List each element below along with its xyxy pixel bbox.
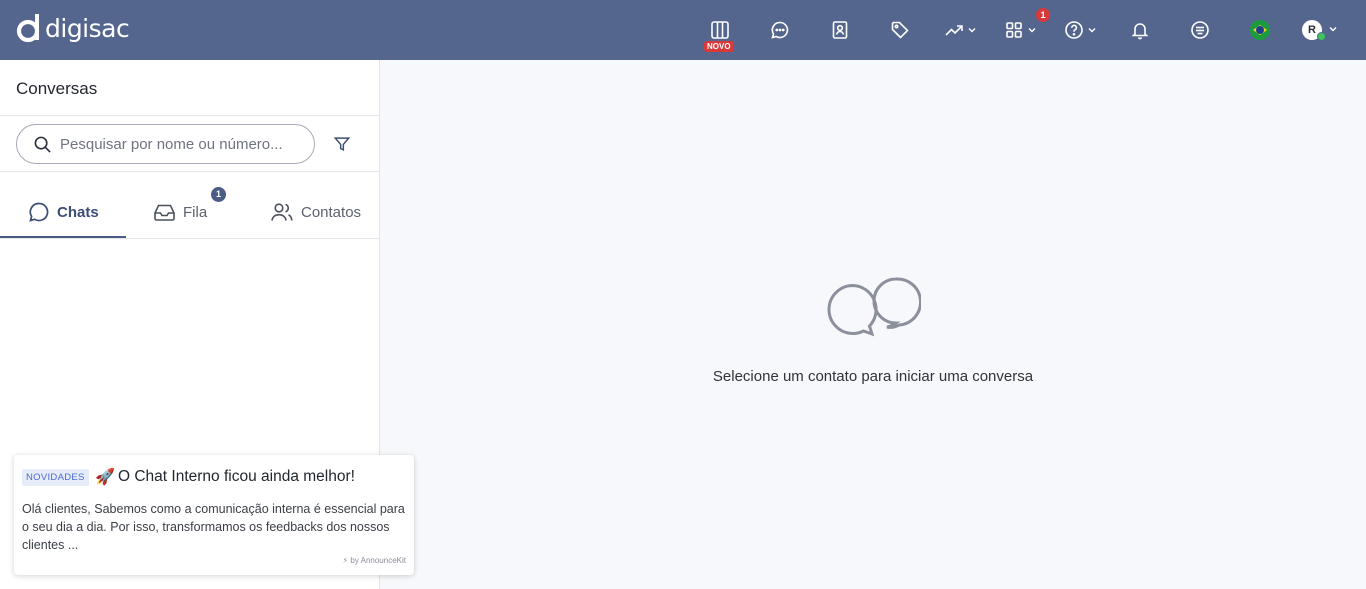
- search-icon: [34, 136, 51, 153]
- tab-fila[interactable]: Fila: [153, 190, 207, 234]
- empty-state-message: Selecione um contato para iniciar uma co…: [712, 368, 1034, 385]
- chevron-down-icon: [1028, 28, 1035, 33]
- search-box[interactable]: [16, 124, 315, 164]
- chevron-down-icon: [968, 28, 975, 33]
- bell-icon: [1131, 23, 1149, 40]
- apps-dropdown[interactable]: [1000, 10, 1040, 50]
- contacts-book-icon: [832, 21, 848, 39]
- announcement-body: Olá clientes, Sabemos como a comunicação…: [22, 502, 405, 552]
- tags-button[interactable]: [886, 10, 914, 50]
- language-flag-icon[interactable]: [1250, 20, 1270, 40]
- brand-name: digisac: [45, 13, 130, 43]
- filter-button[interactable]: [333, 135, 351, 158]
- announcekit-credit-text: by AnnounceKit: [350, 556, 406, 565]
- chat-button[interactable]: [766, 10, 794, 50]
- chat-bubble-icon: [29, 202, 49, 222]
- divider: [0, 171, 379, 172]
- sidebar-title: Conversas: [16, 79, 98, 98]
- conversation-bubbles-icon: [827, 277, 921, 337]
- digisac-logo-icon: [16, 14, 40, 43]
- tab-contatos-label: Contatos: [301, 203, 362, 221]
- menu-list-icon: [1191, 21, 1209, 39]
- announcekit-credit[interactable]: ⚡ by AnnounceKit: [343, 556, 406, 565]
- notifications-button[interactable]: [1126, 10, 1154, 50]
- chevron-down-icon[interactable]: [1328, 24, 1338, 34]
- announcement-tag: NOVIDADES: [22, 469, 89, 486]
- filter-icon: [333, 137, 351, 152]
- divider: [0, 115, 379, 116]
- novo-badge: NOVO: [704, 41, 734, 52]
- fila-count-badge: 1: [211, 187, 226, 202]
- trending-up-icon: [944, 25, 963, 36]
- tab-contatos[interactable]: Contatos: [270, 190, 361, 234]
- help-dropdown[interactable]: [1060, 10, 1100, 50]
- apps-notification-badge: 1: [1036, 8, 1050, 22]
- users-icon: [271, 203, 293, 221]
- chevron-down-icon: [1088, 28, 1095, 33]
- apps-grid-icon: [1005, 22, 1022, 38]
- digisac-logo[interactable]: digisac: [16, 12, 130, 44]
- reports-dropdown[interactable]: [940, 10, 980, 50]
- rocket-icon: 🚀: [95, 469, 115, 486]
- top-navigation-bar: digisac NOVO 1 R: [0, 0, 1366, 60]
- online-status-dot: [1317, 32, 1326, 41]
- announcement-card[interactable]: NOVIDADES 🚀 O Chat Interno ficou ainda m…: [14, 455, 414, 575]
- tab-chats-label: Chats: [57, 203, 99, 221]
- tab-chats[interactable]: Chats: [28, 190, 99, 234]
- help-circle-icon: [1064, 21, 1083, 39]
- search-input[interactable]: [60, 135, 300, 153]
- inbox-tray-icon: [154, 204, 175, 221]
- kanban-icon: [711, 21, 729, 39]
- menu-button[interactable]: [1186, 10, 1214, 50]
- tab-fila-label: Fila: [183, 203, 208, 221]
- announcement-title[interactable]: O Chat Interno ficou ainda melhor!: [118, 468, 355, 486]
- chat-bubble-icon: [771, 21, 789, 39]
- contacts-button[interactable]: [826, 10, 854, 50]
- divider: [0, 238, 379, 239]
- tag-icon: [891, 21, 909, 39]
